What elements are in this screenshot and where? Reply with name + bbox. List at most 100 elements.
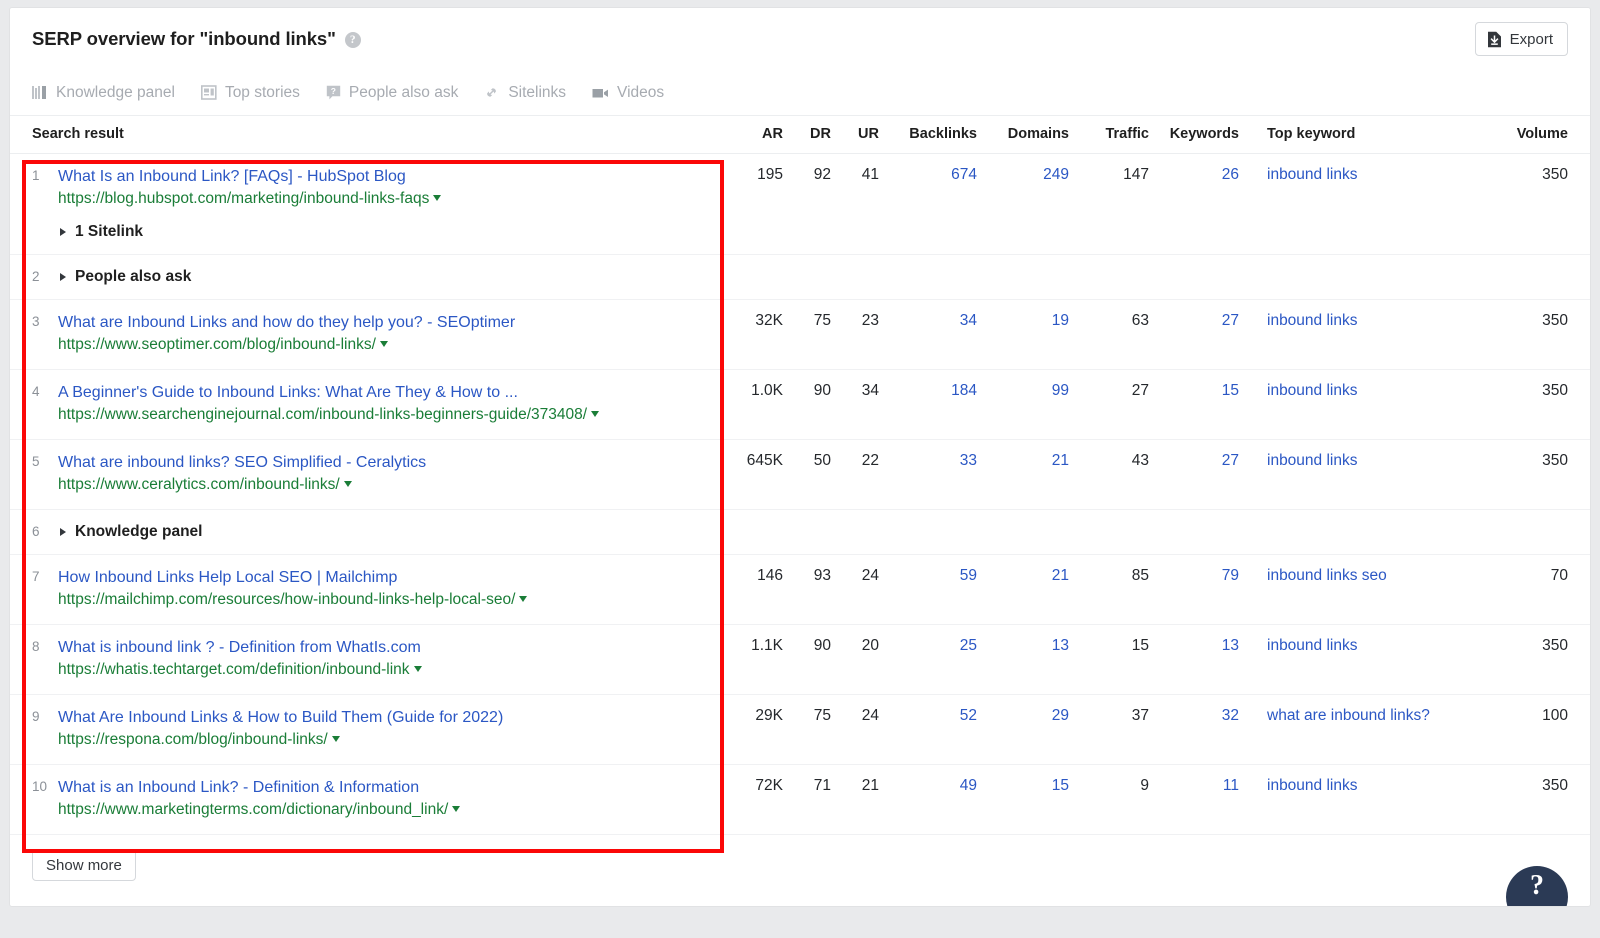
cell-backlinks[interactable]: 52 (891, 694, 989, 765)
value-domains[interactable]: 15 (1052, 777, 1069, 794)
chevron-down-icon[interactable] (379, 341, 388, 347)
cell-keywords[interactable]: 27 (1161, 439, 1251, 510)
chevron-down-icon[interactable] (413, 666, 422, 672)
cell-top-keyword[interactable]: inbound links (1251, 624, 1466, 695)
result-url[interactable]: https://respona.com/blog/inbound-links/ (58, 731, 328, 748)
result-url[interactable]: https://www.searchenginejournal.com/inbo… (58, 406, 587, 423)
cell-domains[interactable]: 99 (989, 369, 1081, 440)
value-domains[interactable]: 249 (1043, 166, 1069, 183)
value-domains[interactable]: 29 (1052, 707, 1069, 724)
result-title-link[interactable]: What Is an Inbound Link? [FAQs] - HubSpo… (58, 166, 406, 187)
chevron-down-icon[interactable] (433, 195, 442, 201)
value-keywords[interactable]: 13 (1222, 637, 1239, 654)
cell-keywords[interactable]: 32 (1161, 694, 1251, 765)
value-top-keyword[interactable]: inbound links (1267, 382, 1357, 399)
value-top-keyword[interactable]: inbound links (1267, 452, 1357, 469)
column-header-ar[interactable]: AR (735, 116, 795, 154)
value-keywords[interactable]: 27 (1222, 452, 1239, 469)
value-top-keyword[interactable]: what are inbound links? (1267, 707, 1430, 724)
sitelink-expander[interactable]: 1 Sitelink (58, 223, 725, 241)
cell-domains[interactable]: 29 (989, 694, 1081, 765)
export-button[interactable]: Export (1474, 22, 1568, 56)
cell-backlinks[interactable]: 49 (891, 764, 989, 835)
cell-domains[interactable]: 21 (989, 439, 1081, 510)
result-url[interactable]: https://whatis.techtarget.com/definition… (58, 661, 410, 678)
value-backlinks[interactable]: 49 (960, 777, 977, 794)
result-title-link[interactable]: What are inbound links? SEO Simplified -… (58, 452, 426, 473)
result-url[interactable]: https://www.marketingterms.com/dictionar… (58, 801, 448, 818)
serp-feature-expander[interactable]: People also ask (58, 267, 725, 286)
value-domains[interactable]: 99 (1052, 382, 1069, 399)
cell-domains[interactable]: 13 (989, 624, 1081, 695)
column-header-backlinks[interactable]: Backlinks (891, 116, 989, 154)
cell-domains[interactable]: 249 (989, 153, 1081, 255)
value-domains[interactable]: 21 (1052, 452, 1069, 469)
cell-backlinks[interactable]: 34 (891, 299, 989, 370)
cell-top-keyword[interactable]: inbound links (1251, 299, 1466, 370)
chevron-down-icon[interactable] (519, 596, 528, 602)
value-keywords[interactable]: 15 (1222, 382, 1239, 399)
cell-top-keyword[interactable]: inbound links (1251, 764, 1466, 835)
value-backlinks[interactable]: 674 (951, 166, 977, 183)
result-url[interactable]: https://mailchimp.com/resources/how-inbo… (58, 591, 515, 608)
value-keywords[interactable]: 32 (1222, 707, 1239, 724)
value-keywords[interactable]: 27 (1222, 312, 1239, 329)
cell-backlinks[interactable]: 59 (891, 554, 989, 625)
cell-domains[interactable]: 19 (989, 299, 1081, 370)
value-domains[interactable]: 13 (1052, 637, 1069, 654)
value-backlinks[interactable]: 59 (960, 567, 977, 584)
value-top-keyword[interactable]: inbound links (1267, 312, 1357, 329)
chevron-down-icon[interactable] (591, 411, 600, 417)
cell-keywords[interactable]: 26 (1161, 153, 1251, 255)
value-domains[interactable]: 21 (1052, 567, 1069, 584)
value-backlinks[interactable]: 34 (960, 312, 977, 329)
result-url[interactable]: https://www.ceralytics.com/inbound-links… (58, 476, 340, 493)
result-url[interactable]: https://www.seoptimer.com/blog/inbound-l… (58, 336, 376, 353)
chevron-down-icon[interactable] (452, 806, 461, 812)
column-header-traffic[interactable]: Traffic (1081, 116, 1161, 154)
chevron-down-icon[interactable] (343, 481, 352, 487)
value-keywords[interactable]: 11 (1223, 777, 1239, 794)
cell-keywords[interactable]: 79 (1161, 554, 1251, 625)
cell-backlinks[interactable]: 674 (891, 153, 989, 255)
cell-top-keyword[interactable]: inbound links (1251, 369, 1466, 440)
cell-keywords[interactable]: 13 (1161, 624, 1251, 695)
value-keywords[interactable]: 26 (1222, 166, 1239, 183)
show-more-button[interactable]: Show more (32, 849, 136, 881)
value-backlinks[interactable]: 52 (960, 707, 977, 724)
column-header-top-keyword[interactable]: Top keyword (1251, 116, 1466, 154)
value-backlinks[interactable]: 184 (951, 382, 977, 399)
column-header-domains[interactable]: Domains (989, 116, 1081, 154)
result-title-link[interactable]: What is inbound link ? - Definition from… (58, 637, 421, 658)
value-top-keyword[interactable]: inbound links (1267, 637, 1357, 654)
serp-feature-videos[interactable]: Videos (592, 84, 664, 102)
column-header-keywords[interactable]: Keywords (1161, 116, 1251, 154)
value-keywords[interactable]: 79 (1222, 567, 1239, 584)
cell-top-keyword[interactable]: what are inbound links? (1251, 694, 1466, 765)
column-header-volume[interactable]: Volume (1466, 116, 1590, 154)
chevron-down-icon[interactable] (331, 736, 340, 742)
value-top-keyword[interactable]: inbound links (1267, 777, 1357, 794)
result-title-link[interactable]: A Beginner's Guide to Inbound Links: Wha… (58, 382, 518, 403)
cell-backlinks[interactable]: 184 (891, 369, 989, 440)
cell-domains[interactable]: 21 (989, 554, 1081, 625)
result-title-link[interactable]: How Inbound Links Help Local SEO | Mailc… (58, 567, 397, 588)
column-header-dr[interactable]: DR (795, 116, 843, 154)
cell-backlinks[interactable]: 33 (891, 439, 989, 510)
cell-top-keyword[interactable]: inbound links (1251, 153, 1466, 255)
serp-feature-knowledge-panel[interactable]: Knowledge panel (32, 84, 175, 102)
cell-keywords[interactable]: 15 (1161, 369, 1251, 440)
result-title-link[interactable]: What are Inbound Links and how do they h… (58, 312, 515, 333)
cell-domains[interactable]: 15 (989, 764, 1081, 835)
cell-keywords[interactable]: 27 (1161, 299, 1251, 370)
cell-backlinks[interactable]: 25 (891, 624, 989, 695)
value-backlinks[interactable]: 33 (960, 452, 977, 469)
value-backlinks[interactable]: 25 (960, 637, 977, 654)
value-top-keyword[interactable]: inbound links seo (1267, 567, 1387, 584)
result-url[interactable]: https://blog.hubspot.com/marketing/inbou… (58, 190, 429, 207)
cell-keywords[interactable]: 11 (1161, 764, 1251, 835)
serp-feature-top-stories[interactable]: Top stories (200, 84, 300, 102)
value-top-keyword[interactable]: inbound links (1267, 166, 1357, 183)
serp-feature-expander[interactable]: Knowledge panel (58, 522, 725, 541)
serp-feature-people-also-ask[interactable]: ? People also ask (326, 84, 458, 102)
